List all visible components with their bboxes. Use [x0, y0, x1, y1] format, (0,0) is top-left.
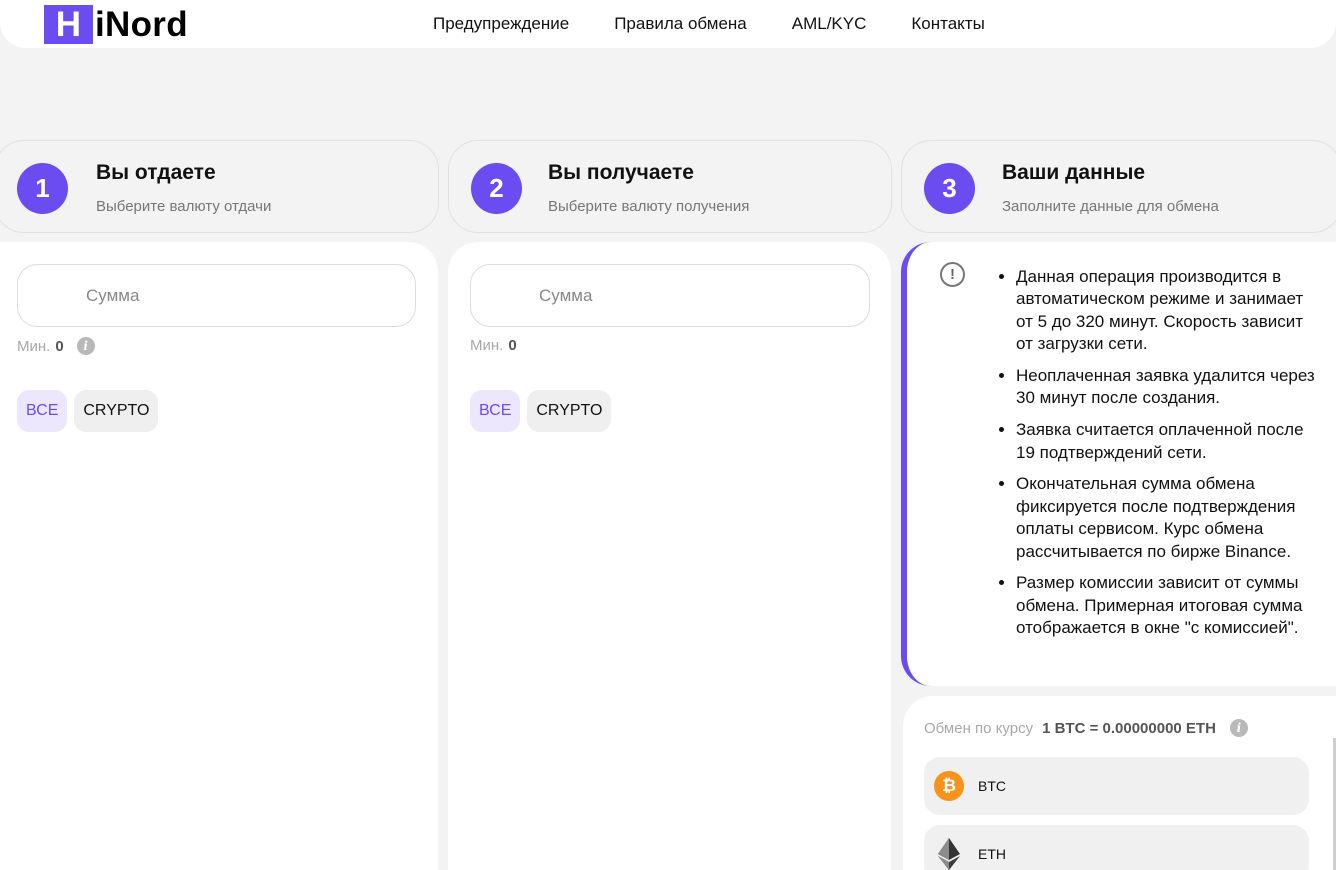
give-amount-field[interactable] [17, 264, 416, 327]
receive-amount-input[interactable] [471, 265, 869, 326]
notice-list: Данная операция производится в автоматич… [993, 266, 1323, 649]
min-value: 0 [508, 337, 517, 354]
notice-item: Заявка считается оплаченной после 19 под… [1016, 419, 1323, 464]
filter-crypto[interactable]: CRYPTO [74, 390, 159, 432]
nav-link-warning[interactable]: Предупреждение [433, 14, 569, 34]
receive-min-amount: Мин. 0 [470, 337, 517, 354]
filter-all[interactable]: ВСЕ [470, 390, 521, 432]
coin-name: BTC [978, 778, 1006, 794]
nav-link-exchange-rules[interactable]: Правила обмена [614, 14, 747, 34]
rate-value: 1 BTC = 0.00000000 ETH [1042, 719, 1216, 737]
coin-option-eth[interactable]: ETH [924, 825, 1309, 870]
step-number: 2 [471, 163, 522, 214]
give-min-amount: Мин. 0 i [17, 337, 95, 355]
step-title: Вы получаете [548, 161, 694, 184]
logo-text: iNord [95, 4, 188, 44]
receive-filters: ВСЕ CRYPTO [470, 390, 618, 432]
receive-amount-field[interactable] [470, 264, 870, 327]
logo[interactable]: H iNord [44, 5, 188, 44]
notice-item: Неоплаченная заявка удалится через 30 ми… [1016, 365, 1323, 410]
step-card-give: 1 Вы отдаете Выберите валюту отдачи [0, 140, 439, 233]
step-number: 1 [17, 163, 68, 214]
min-value: 0 [55, 337, 64, 355]
step-subtitle: Выберите валюту отдачи [96, 198, 272, 215]
rate-label: Обмен по курсу [924, 719, 1034, 737]
filter-crypto[interactable]: CRYPTO [527, 390, 612, 432]
currency-panel: Обмен по курсу 1 BTC = 0.00000000 ETH i … [903, 696, 1336, 870]
step-card-details: 3 Ваши данные Заполните данные для обмен… [901, 140, 1336, 233]
filter-all[interactable]: ВСЕ [17, 390, 68, 432]
step-card-receive: 2 Вы получаете Выберите валюту получения [448, 140, 892, 233]
coin-option-btc[interactable]: ₿ BTC [924, 757, 1309, 815]
main-nav: Предупреждение Правила обмена AML/KYC Ко… [433, 14, 1030, 34]
nav-link-aml-kyc[interactable]: AML/KYC [792, 14, 867, 34]
exclamation-icon: ! [940, 262, 965, 287]
logo-mark: H [44, 5, 93, 44]
nav-link-contacts[interactable]: Контакты [911, 14, 984, 34]
ethereum-icon [934, 838, 964, 870]
give-filters: ВСЕ CRYPTO [17, 390, 165, 432]
step-subtitle: Заполните данные для обмена [1002, 198, 1219, 215]
info-icon[interactable]: i [76, 337, 95, 355]
receive-panel: Мин. 0 ВСЕ CRYPTO [448, 242, 891, 870]
give-amount-input[interactable] [18, 265, 415, 326]
min-label: Мин. [470, 337, 504, 354]
info-icon[interactable]: i [1229, 719, 1248, 737]
min-label: Мин. [17, 337, 51, 355]
give-panel: Мин. 0 i ВСЕ CRYPTO [0, 242, 438, 870]
bitcoin-icon: ₿ [934, 771, 964, 801]
step-subtitle: Выберите валюту получения [548, 198, 750, 215]
site-header: H iNord Предупреждение Правила обмена AM… [0, 0, 1336, 48]
exchange-notice: ! Данная операция производится в автомат… [901, 242, 1336, 686]
step-number: 3 [924, 163, 975, 214]
notice-item: Окончательная сумма обмена фиксируется п… [1016, 473, 1323, 563]
step-title: Ваши данные [1002, 161, 1146, 184]
exchange-rate: Обмен по курсу 1 BTC = 0.00000000 ETH i [924, 719, 1248, 737]
notice-item: Данная операция производится в автоматич… [1016, 266, 1323, 356]
coin-name: ETH [978, 846, 1006, 862]
step-title: Вы отдаете [96, 161, 216, 184]
notice-item: Размер комиссии зависит от суммы обмена.… [1016, 572, 1323, 639]
